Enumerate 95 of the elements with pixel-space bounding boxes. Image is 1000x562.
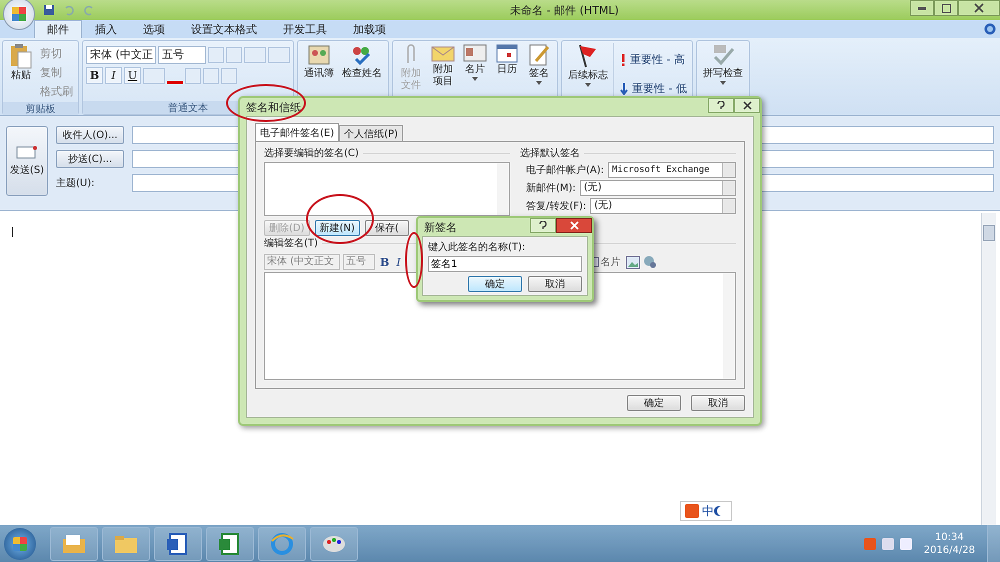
field-label: 键入此签名的名称(T): — [428, 240, 526, 254]
close-button[interactable] — [556, 218, 592, 233]
low-importance-button[interactable]: 重要性 - 低 — [618, 80, 689, 97]
italic-button[interactable]: I — [394, 256, 403, 268]
redo-icon[interactable] — [83, 4, 95, 16]
ribbon-tab[interactable]: 加载项 — [340, 20, 399, 38]
down-arrow-icon — [620, 82, 628, 94]
follow-up-flag-button[interactable]: 后续标志 — [565, 43, 611, 87]
dialog-tab[interactable]: 电子邮件签名(E) — [255, 123, 340, 141]
close-button[interactable] — [958, 0, 1000, 16]
picture-icon[interactable] — [626, 256, 640, 268]
cc-button[interactable]: 抄送(C)... — [56, 150, 124, 168]
to-button[interactable]: 收件人(O)... — [56, 126, 124, 144]
cancel-button[interactable]: 取消 — [691, 395, 745, 411]
ribbon-button[interactable]: 检查姓名 — [339, 43, 385, 80]
caret-icon — [585, 83, 591, 87]
dropdown[interactable]: (无) — [580, 180, 736, 196]
ribbon-button[interactable]: 通讯簿 — [301, 43, 337, 80]
office-button[interactable] — [3, 0, 35, 30]
envelope-icon — [16, 145, 38, 159]
ok-button[interactable]: 确定 — [468, 276, 522, 292]
close-icon — [742, 101, 752, 110]
input-method-bar[interactable]: 中 — [680, 501, 732, 521]
dialog-title: 新签名 — [424, 220, 457, 234]
hand-drawn-ellipse — [405, 232, 423, 288]
signature-name-field[interactable]: 签名1 — [428, 256, 582, 272]
bold-button[interactable]: B — [86, 67, 103, 84]
minimize-button[interactable] — [910, 0, 934, 16]
signature-list[interactable] — [264, 162, 510, 216]
dialog-button[interactable]: 新建(N) — [314, 220, 360, 236]
close-button[interactable] — [734, 98, 760, 113]
ribbon-tab[interactable]: 设置文本格式 — [178, 20, 270, 38]
spreadsheet-icon[interactable] — [206, 526, 254, 560]
document-pen-icon — [528, 43, 550, 67]
tray-icon[interactable] — [864, 538, 876, 550]
dropdown[interactable]: Microsoft Exchange — [608, 162, 736, 178]
mail-folder-icon[interactable] — [50, 526, 98, 560]
field-label: 新邮件(M): — [526, 182, 576, 195]
dropdown[interactable]: (无) — [590, 198, 736, 214]
paint-palette-icon[interactable] — [310, 526, 358, 560]
restore-button[interactable] — [934, 0, 958, 16]
calendar-icon — [496, 43, 518, 63]
clipboard-icon — [9, 43, 33, 69]
help-button[interactable] — [530, 218, 556, 233]
input-language[interactable]: 中 — [702, 502, 714, 520]
question-mark-icon — [539, 220, 547, 230]
subject-label: 主题(U): — [56, 176, 96, 190]
scrollbar[interactable] — [981, 213, 996, 525]
exclamation-icon — [620, 54, 626, 66]
send-button[interactable]: 发送(S) — [6, 126, 48, 196]
hyperlink-globe-icon[interactable] — [642, 255, 657, 269]
close-icon — [974, 3, 984, 13]
cancel-button[interactable]: 取消 — [528, 276, 582, 292]
field-label: 电子邮件帐户(A): — [526, 164, 604, 177]
caret-icon — [720, 81, 726, 85]
ribbon-tab[interactable]: 开发工具 — [270, 20, 340, 38]
close-icon — [570, 221, 578, 230]
italic-button[interactable]: I — [105, 67, 122, 84]
high-importance-button[interactable]: 重要性 - 高 — [618, 51, 689, 68]
help-button[interactable] — [708, 98, 734, 113]
field-label: 答复/转发(F): — [526, 200, 586, 213]
ribbon-button[interactable]: 日历 — [492, 43, 522, 76]
question-mark-icon — [717, 100, 725, 110]
ribbon-tab[interactable]: 插入 — [82, 20, 130, 38]
section-label: 选择默认签名 — [520, 146, 580, 160]
ribbon-button[interactable]: 附加项目 — [428, 43, 458, 88]
ok-button[interactable]: 确定 — [627, 395, 681, 411]
ribbon-button[interactable]: 名片 — [460, 43, 490, 81]
help-icon[interactable] — [984, 23, 996, 35]
input-method-icon[interactable] — [685, 504, 699, 518]
dialog-button[interactable]: 保存( — [364, 220, 409, 236]
font-name-dropdown[interactable]: 宋体 (中文正 — [86, 46, 156, 64]
business-card-icon — [463, 43, 487, 63]
paste-button[interactable]: 粘贴 — [6, 43, 36, 82]
group-label: 剪贴板 — [3, 102, 78, 115]
section-label: 编辑签名(T) — [264, 236, 318, 250]
dialog-tab[interactable]: 个人信纸(P) — [339, 125, 403, 141]
show-desktop-button[interactable] — [987, 525, 1000, 562]
bold-button[interactable]: B — [378, 256, 392, 268]
undo-icon[interactable] — [63, 4, 75, 16]
font-size-dropdown[interactable]: 五号 — [158, 46, 206, 64]
window-title: 未命名 - 邮件 (HTML) — [509, 2, 620, 18]
text-cursor — [12, 227, 13, 237]
document-icon[interactable] — [154, 526, 202, 560]
ribbon-button[interactable]: 签名 — [524, 43, 554, 85]
ribbon-tab[interactable]: 邮件 — [34, 20, 82, 38]
section-label: 选择要编辑的签名(C) — [264, 146, 359, 160]
address-book-icon — [307, 43, 331, 67]
browser-icon[interactable] — [258, 526, 306, 560]
save-icon[interactable] — [43, 4, 55, 16]
ribbon-tab[interactable]: 选项 — [130, 20, 178, 38]
signature-editor[interactable] — [264, 272, 736, 380]
font-name-dropdown[interactable]: 宋体 (中文正文 — [264, 254, 340, 270]
underline-button[interactable]: U — [124, 67, 141, 84]
start-button[interactable] — [4, 528, 36, 560]
